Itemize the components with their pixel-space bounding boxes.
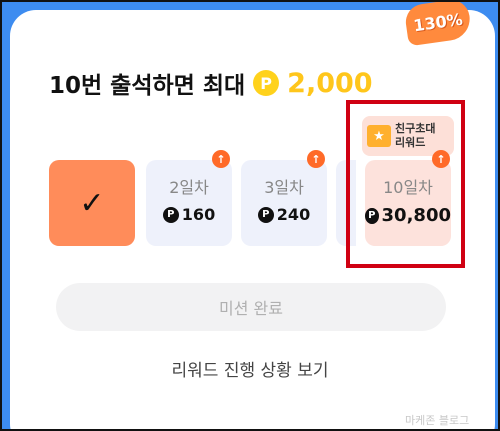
coin-icon: P — [253, 70, 280, 96]
day-reward: P 160 — [146, 205, 232, 224]
boost-arrow-icon: ↑ — [307, 150, 325, 168]
promo-badge-text: 130% — [412, 9, 464, 35]
page-title: 10번 출석하면 최대 P 2,000 — [49, 66, 373, 100]
day-label: 3일차 — [264, 178, 304, 197]
day-3-card[interactable]: 3일차 P 240 — [241, 160, 327, 246]
check-icon: ✓ — [79, 185, 105, 221]
mission-complete-button[interactable]: 미션 완료 — [56, 283, 446, 331]
boost-arrow-icon: ↑ — [212, 150, 230, 168]
point-icon: P — [162, 206, 179, 223]
highlight-box — [346, 100, 465, 268]
day-2-card[interactable]: 2일차 P 160 — [146, 160, 232, 246]
day-reward: P 240 — [241, 205, 327, 224]
reward-progress-link[interactable]: 리워드 진행 상황 보기 — [0, 356, 500, 381]
day-label: 2일차 — [169, 178, 209, 197]
day-1-checked[interactable]: ✓ — [49, 160, 135, 246]
headline-text: 10번 출석하면 최대 — [49, 73, 246, 99]
max-amount: 2,000 — [287, 67, 373, 99]
watermark: 마케존 블로그 — [405, 414, 470, 427]
point-icon: P — [257, 206, 274, 223]
